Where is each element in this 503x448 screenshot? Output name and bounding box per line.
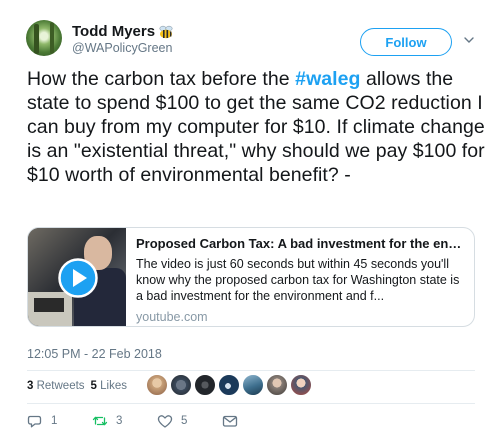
divider: [27, 370, 475, 371]
tweet-timestamp[interactable]: 12:05 PM - 22 Feb 2018: [27, 347, 162, 361]
reply-count: 1: [51, 415, 58, 427]
card-domain: youtube.com: [136, 310, 208, 324]
heart-icon: [157, 415, 173, 428]
author-display-name[interactable]: Todd Myers: [72, 23, 155, 40]
card-body: Proposed Carbon Tax: A bad investment fo…: [126, 228, 474, 326]
liker-avatar[interactable]: [194, 374, 216, 396]
retweets-label: Retweets: [36, 380, 85, 392]
card-title: Proposed Carbon Tax: A bad investment fo…: [136, 236, 464, 251]
author-name-row[interactable]: Todd Myers: [72, 23, 174, 40]
tweet-text-part: How the carbon tax before the: [27, 68, 296, 90]
reply-button[interactable]: 1: [27, 413, 92, 429]
liker-avatar[interactable]: [266, 374, 288, 396]
liker-avatars: [146, 374, 312, 396]
liker-avatar[interactable]: [218, 374, 240, 396]
likes-label: Likes: [100, 380, 128, 392]
liker-avatar[interactable]: [290, 374, 312, 396]
video-thumbnail[interactable]: [28, 228, 126, 326]
like-count: 5: [181, 415, 188, 427]
author-handle[interactable]: @WAPolicyGreen: [72, 41, 172, 55]
retweets-stat[interactable]: 3 Retweets: [27, 380, 85, 392]
retweet-count: 3: [116, 415, 123, 427]
card-description: The video is just 60 seconds but within …: [136, 257, 460, 303]
tweet-actions: 1 3 5: [27, 413, 287, 429]
like-button[interactable]: 5: [157, 413, 222, 429]
liker-avatar[interactable]: [242, 374, 264, 396]
retweet-button[interactable]: 3: [92, 413, 157, 429]
reply-icon: [27, 415, 42, 428]
tweet-text: How the carbon tax before the #waleg all…: [27, 67, 487, 187]
likes-count: 5: [90, 380, 97, 392]
retweet-icon: [92, 416, 108, 426]
envelope-icon: [222, 415, 238, 427]
avatar-tree-shape: [34, 24, 39, 54]
hashtag-link[interactable]: #waleg: [295, 68, 360, 90]
liker-avatar[interactable]: [146, 374, 168, 396]
divider: [27, 403, 475, 404]
chevron-down-icon[interactable]: [464, 35, 474, 45]
follow-button[interactable]: Follow: [360, 28, 452, 56]
thumbnail-keyboard: [34, 298, 64, 312]
author-avatar[interactable]: [26, 20, 62, 56]
liker-avatar[interactable]: [170, 374, 192, 396]
link-preview-card[interactable]: Proposed Carbon Tax: A bad investment fo…: [27, 227, 475, 327]
bee-icon: [159, 25, 173, 38]
likes-stat[interactable]: 5 Likes: [91, 380, 127, 392]
play-icon[interactable]: [58, 258, 98, 298]
direct-message-button[interactable]: [222, 413, 287, 429]
retweets-count: 3: [27, 380, 34, 392]
tweet-stats: 3 Retweets 5 Likes: [27, 380, 127, 392]
avatar-tree-shape: [50, 22, 54, 54]
